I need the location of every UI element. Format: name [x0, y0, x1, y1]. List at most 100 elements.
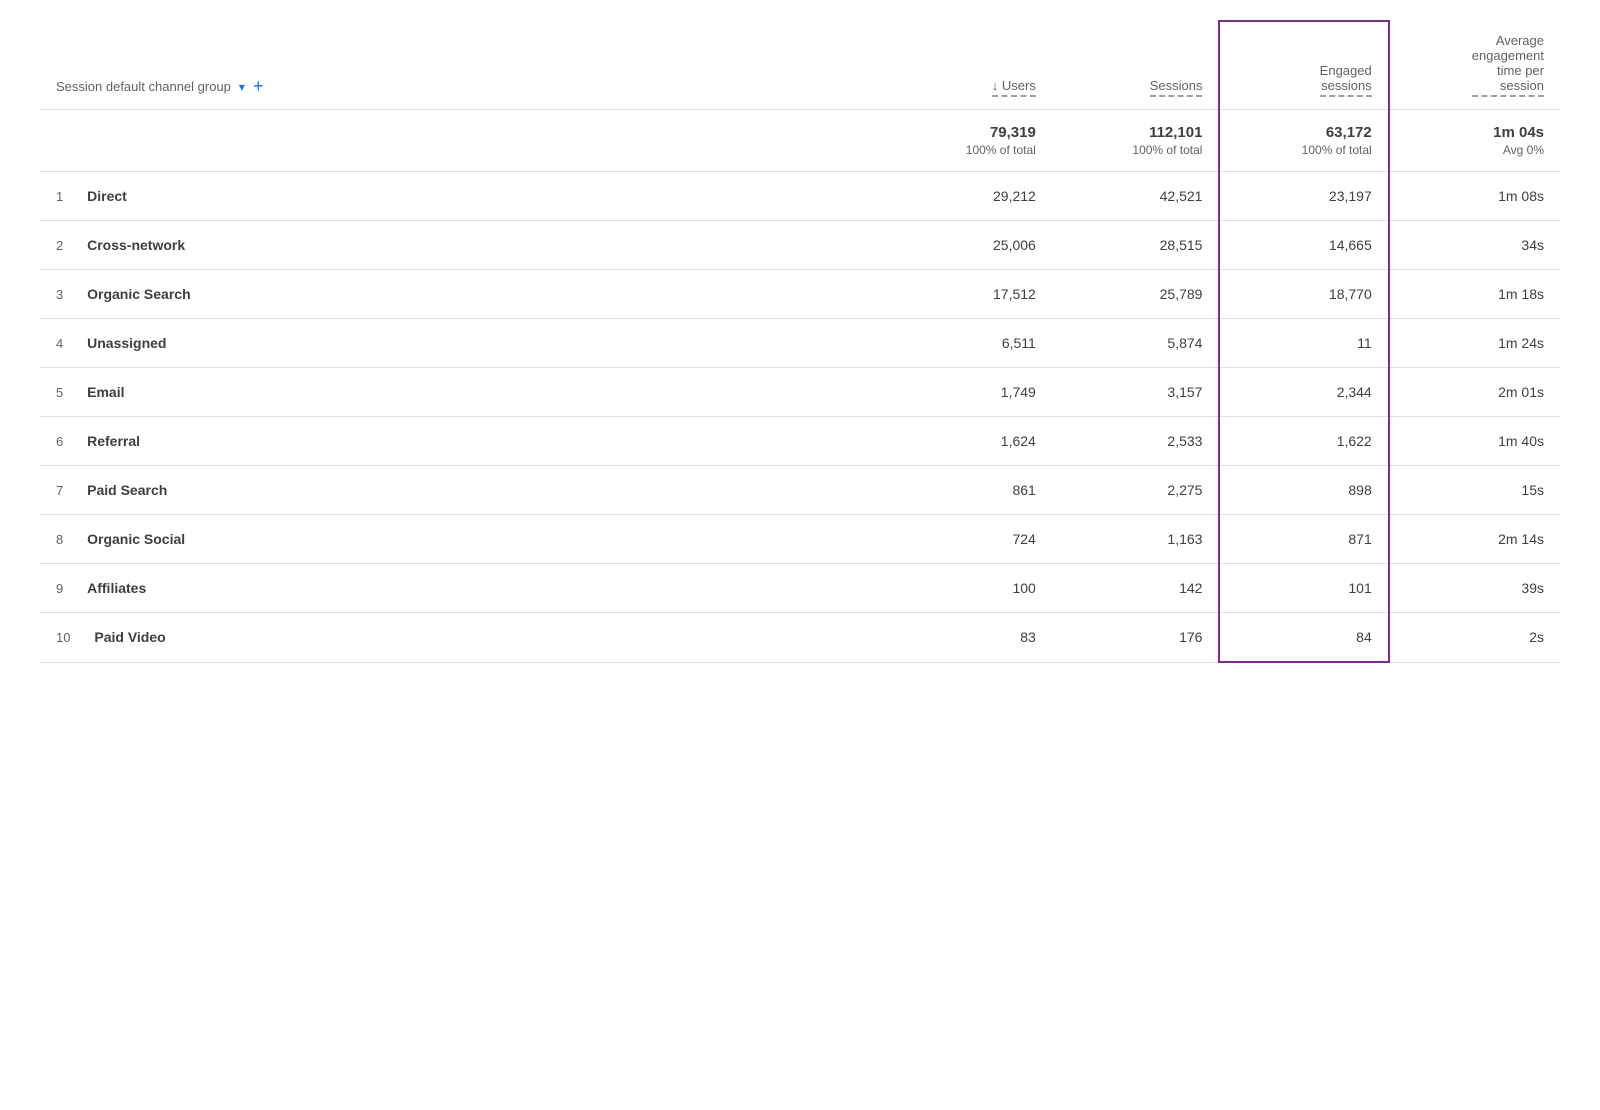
- totals-users-pct: 100% of total: [902, 143, 1036, 157]
- sessions-cell: 142: [1052, 564, 1220, 613]
- engaged-sessions-column-header[interactable]: Engagedsessions: [1219, 21, 1388, 110]
- totals-avg-engagement-pct: Avg 0%: [1406, 143, 1544, 157]
- table-row[interactable]: 5 Email 1,749 3,157 2,344 2m 01s: [40, 368, 1560, 417]
- dimension-cell: 10 Paid Video: [40, 613, 886, 663]
- row-channel-name: Affiliates: [87, 580, 146, 596]
- totals-sessions-pct: 100% of total: [1068, 143, 1203, 157]
- users-cell: 17,512: [886, 270, 1052, 319]
- engaged-sessions-cell: 18,770: [1219, 270, 1388, 319]
- sessions-value: 1,163: [1167, 531, 1202, 547]
- row-number: 9: [56, 581, 63, 596]
- avg-engagement-cell: 2s: [1389, 613, 1560, 663]
- users-value: 861: [1012, 482, 1035, 498]
- engaged-sessions-cell: 11: [1219, 319, 1388, 368]
- sessions-value: 3,157: [1167, 384, 1202, 400]
- sessions-cell: 1,163: [1052, 515, 1220, 564]
- sessions-cell: 3,157: [1052, 368, 1220, 417]
- engaged-sessions-value: 2,344: [1337, 384, 1372, 400]
- dimension-cell: 9 Affiliates: [40, 564, 886, 613]
- table-row[interactable]: 3 Organic Search 17,512 25,789 18,770 1m…: [40, 270, 1560, 319]
- dimension-cell: 5 Email: [40, 368, 886, 417]
- add-column-button[interactable]: +: [253, 76, 264, 97]
- sessions-cell: 28,515: [1052, 221, 1220, 270]
- totals-engaged-sessions-cell: 63,172 100% of total: [1219, 110, 1388, 172]
- row-number: 3: [56, 287, 63, 302]
- dimension-cell: 6 Referral: [40, 417, 886, 466]
- avg-engagement-value: 1m 24s: [1498, 335, 1544, 351]
- users-column-header[interactable]: ↓ Users: [886, 21, 1052, 110]
- avg-engagement-value: 1m 18s: [1498, 286, 1544, 302]
- users-cell: 1,749: [886, 368, 1052, 417]
- users-header-label: ↓ Users: [992, 78, 1036, 97]
- dimension-cell: 7 Paid Search: [40, 466, 886, 515]
- users-cell: 861: [886, 466, 1052, 515]
- users-value: 25,006: [993, 237, 1036, 253]
- users-cell: 83: [886, 613, 1052, 663]
- sessions-column-header[interactable]: Sessions: [1052, 21, 1220, 110]
- row-channel-name: Direct: [87, 188, 127, 204]
- engaged-sessions-cell: 898: [1219, 466, 1388, 515]
- totals-users-cell: 79,319 100% of total: [886, 110, 1052, 172]
- row-channel-name: Organic Search: [87, 286, 191, 302]
- sessions-value: 28,515: [1160, 237, 1203, 253]
- dimension-column-header: Session default channel group ▾ +: [40, 21, 886, 110]
- totals-avg-engagement-value: 1m 04s: [1406, 124, 1544, 141]
- row-number: 6: [56, 434, 63, 449]
- users-value: 1,749: [1001, 384, 1036, 400]
- table-row[interactable]: 6 Referral 1,624 2,533 1,622 1m 40s: [40, 417, 1560, 466]
- sessions-value: 176: [1179, 629, 1202, 645]
- avg-engagement-value: 2m 01s: [1498, 384, 1544, 400]
- engaged-sessions-value: 14,665: [1329, 237, 1372, 253]
- avg-engagement-value: 2s: [1529, 629, 1544, 645]
- engaged-sessions-cell: 2,344: [1219, 368, 1388, 417]
- users-cell: 1,624: [886, 417, 1052, 466]
- avg-engagement-column-header[interactable]: Averageengagementtime persession: [1389, 21, 1560, 110]
- totals-row: 79,319 100% of total 112,101 100% of tot…: [40, 110, 1560, 172]
- engaged-sessions-value: 1,622: [1337, 433, 1372, 449]
- avg-engagement-cell: 2m 14s: [1389, 515, 1560, 564]
- row-number: 2: [56, 238, 63, 253]
- table-row[interactable]: 10 Paid Video 83 176 84 2s: [40, 613, 1560, 663]
- row-channel-name: Paid Search: [87, 482, 167, 498]
- users-cell: 6,511: [886, 319, 1052, 368]
- sessions-cell: 176: [1052, 613, 1220, 663]
- avg-engagement-cell: 1m 40s: [1389, 417, 1560, 466]
- engaged-sessions-value: 23,197: [1329, 188, 1372, 204]
- avg-engagement-cell: 39s: [1389, 564, 1560, 613]
- users-cell: 100: [886, 564, 1052, 613]
- sessions-cell: 5,874: [1052, 319, 1220, 368]
- engaged-sessions-value: 871: [1348, 531, 1371, 547]
- table-row[interactable]: 9 Affiliates 100 142 101 39s: [40, 564, 1560, 613]
- engaged-sessions-value: 101: [1348, 580, 1371, 596]
- table-row[interactable]: 8 Organic Social 724 1,163 871 2m 14s: [40, 515, 1560, 564]
- analytics-table-container: Session default channel group ▾ + ↓ User…: [0, 0, 1600, 683]
- dimension-cell: 3 Organic Search: [40, 270, 886, 319]
- row-channel-name: Organic Social: [87, 531, 185, 547]
- avg-engagement-value: 15s: [1521, 482, 1544, 498]
- avg-engagement-cell: 34s: [1389, 221, 1560, 270]
- table-row[interactable]: 7 Paid Search 861 2,275 898 15s: [40, 466, 1560, 515]
- table-row[interactable]: 4 Unassigned 6,511 5,874 11 1m 24s: [40, 319, 1560, 368]
- row-channel-name: Referral: [87, 433, 140, 449]
- avg-engagement-value: 1m 40s: [1498, 433, 1544, 449]
- row-number: 4: [56, 336, 63, 351]
- users-value: 1,624: [1001, 433, 1036, 449]
- engaged-sessions-value: 18,770: [1329, 286, 1372, 302]
- engaged-sessions-cell: 1,622: [1219, 417, 1388, 466]
- dropdown-arrow-icon[interactable]: ▾: [239, 80, 245, 94]
- avg-engagement-cell: 1m 08s: [1389, 172, 1560, 221]
- sessions-cell: 2,275: [1052, 466, 1220, 515]
- row-number: 10: [56, 630, 70, 645]
- avg-engagement-cell: 2m 01s: [1389, 368, 1560, 417]
- users-value: 100: [1012, 580, 1035, 596]
- table-header-row: Session default channel group ▾ + ↓ User…: [40, 21, 1560, 110]
- engaged-sessions-cell: 101: [1219, 564, 1388, 613]
- dimension-cell: 8 Organic Social: [40, 515, 886, 564]
- engaged-sessions-value: 898: [1348, 482, 1371, 498]
- table-row[interactable]: 1 Direct 29,212 42,521 23,197 1m 08s: [40, 172, 1560, 221]
- users-cell: 25,006: [886, 221, 1052, 270]
- dimension-cell: 4 Unassigned: [40, 319, 886, 368]
- totals-sessions-value: 112,101: [1068, 124, 1203, 141]
- engaged-sessions-header-label: Engagedsessions: [1320, 63, 1372, 97]
- table-row[interactable]: 2 Cross-network 25,006 28,515 14,665 34s: [40, 221, 1560, 270]
